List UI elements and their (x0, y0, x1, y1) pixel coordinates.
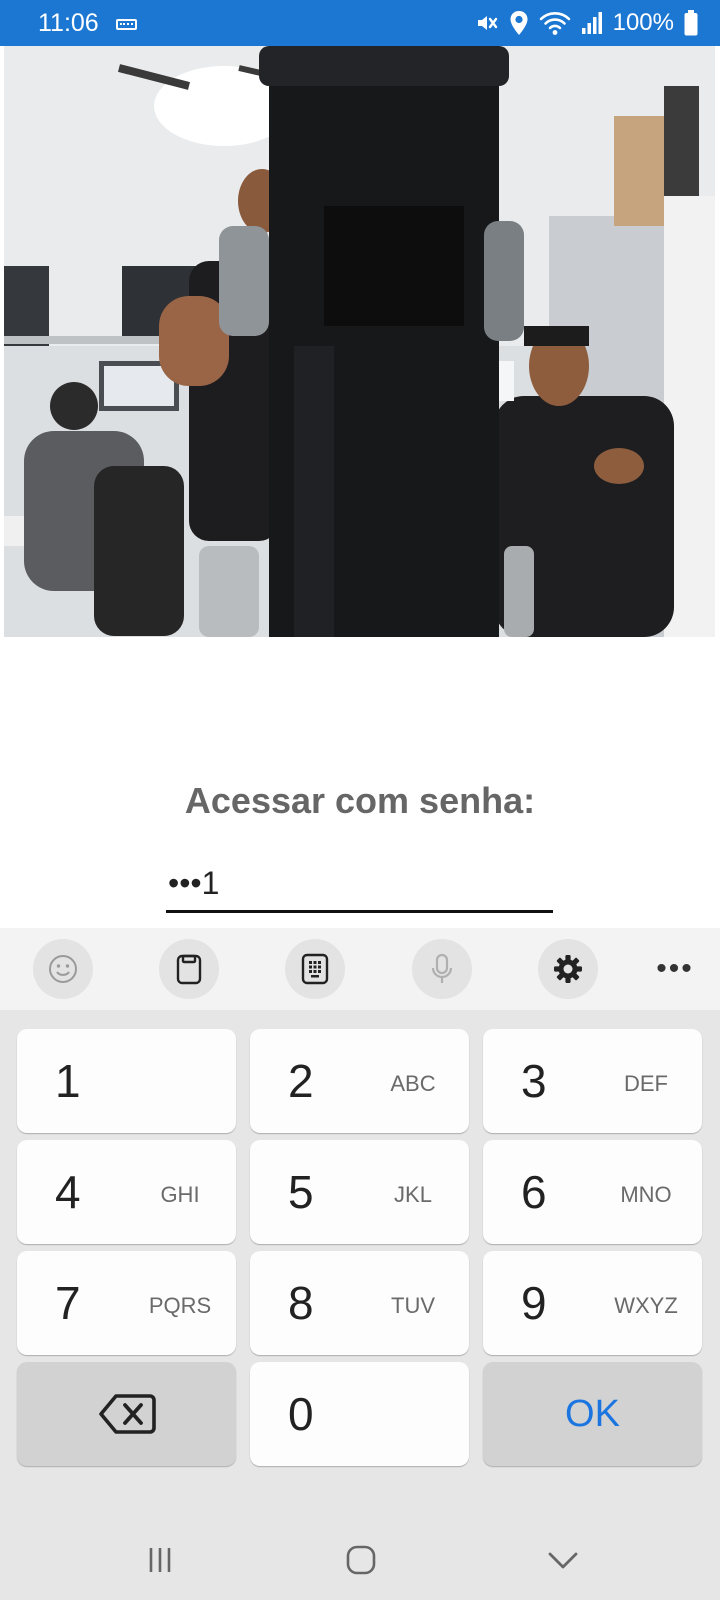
key-7[interactable]: 7 PQRS (17, 1251, 236, 1355)
key-4[interactable]: 4 GHI (17, 1140, 236, 1244)
more-icon[interactable]: ••• (645, 939, 705, 999)
key-digit: 6 (521, 1166, 547, 1218)
keyboard-toolbar: ••• (0, 928, 720, 1010)
wifi-icon (539, 12, 570, 35)
key-digit: 5 (288, 1166, 314, 1218)
numeric-keyboard: ••• 1 2 ABC 3 DEF 4 GHI 5 JKL 6 MNO 7 PQ… (0, 928, 720, 1600)
password-input[interactable]: •••1 (166, 863, 553, 913)
key-digit: 8 (288, 1277, 314, 1329)
key-3[interactable]: 3 DEF (483, 1029, 702, 1133)
key-letters: WXYZ (614, 1293, 678, 1318)
back-icon[interactable] (533, 1530, 593, 1590)
key-digit: 4 (55, 1166, 81, 1218)
location-icon (510, 11, 528, 35)
clipboard-icon[interactable] (159, 939, 219, 999)
emoji-icon[interactable] (33, 939, 93, 999)
battery-icon (684, 10, 698, 36)
recent-apps-icon[interactable] (130, 1530, 190, 1590)
key-digit: 9 (521, 1277, 547, 1329)
key-letters: ABC (390, 1071, 436, 1096)
key-5[interactable]: 5 JKL (250, 1140, 469, 1244)
key-letters: TUV (391, 1293, 435, 1318)
backspace-icon (98, 1394, 156, 1434)
key-letters: GHI (160, 1182, 200, 1207)
backspace-key[interactable] (17, 1362, 236, 1466)
key-digit: 0 (288, 1388, 314, 1440)
keypad-icon[interactable] (285, 939, 345, 999)
battery-percent: 100% (612, 9, 674, 36)
key-digit: 7 (55, 1277, 81, 1329)
key-8[interactable]: 8 TUV (250, 1251, 469, 1355)
status-icons: 100% (475, 8, 698, 38)
key-digit: 2 (288, 1055, 314, 1107)
key-letters: MNO (620, 1182, 672, 1207)
camera-image (4, 46, 715, 637)
status-bar: 11:06 100% (0, 0, 720, 46)
signal-icon (581, 12, 602, 34)
mic-icon[interactable] (412, 939, 472, 999)
key-digit: 3 (521, 1055, 547, 1107)
key-2[interactable]: 2 ABC (250, 1029, 469, 1133)
mute-icon (477, 16, 497, 30)
key-0[interactable]: 0 (250, 1362, 469, 1466)
camera-preview (4, 46, 715, 637)
key-letters: JKL (394, 1182, 432, 1207)
key-9[interactable]: 9 WXYZ (483, 1251, 702, 1355)
key-6[interactable]: 6 MNO (483, 1140, 702, 1244)
ok-key[interactable]: OK (483, 1362, 702, 1466)
settings-icon[interactable] (538, 939, 598, 999)
navigation-bar (0, 1518, 720, 1600)
status-time: 11:06 (38, 9, 99, 37)
page-title: Acessar com senha: (184, 780, 536, 821)
key-letters: DEF (624, 1071, 668, 1096)
key-letters: PQRS (148, 1293, 212, 1318)
ok-label: OK (565, 1393, 620, 1435)
key-digit: 1 (55, 1055, 81, 1107)
home-icon[interactable] (331, 1530, 391, 1590)
keyboard-icon (116, 19, 137, 30)
key-1[interactable]: 1 (17, 1029, 236, 1133)
